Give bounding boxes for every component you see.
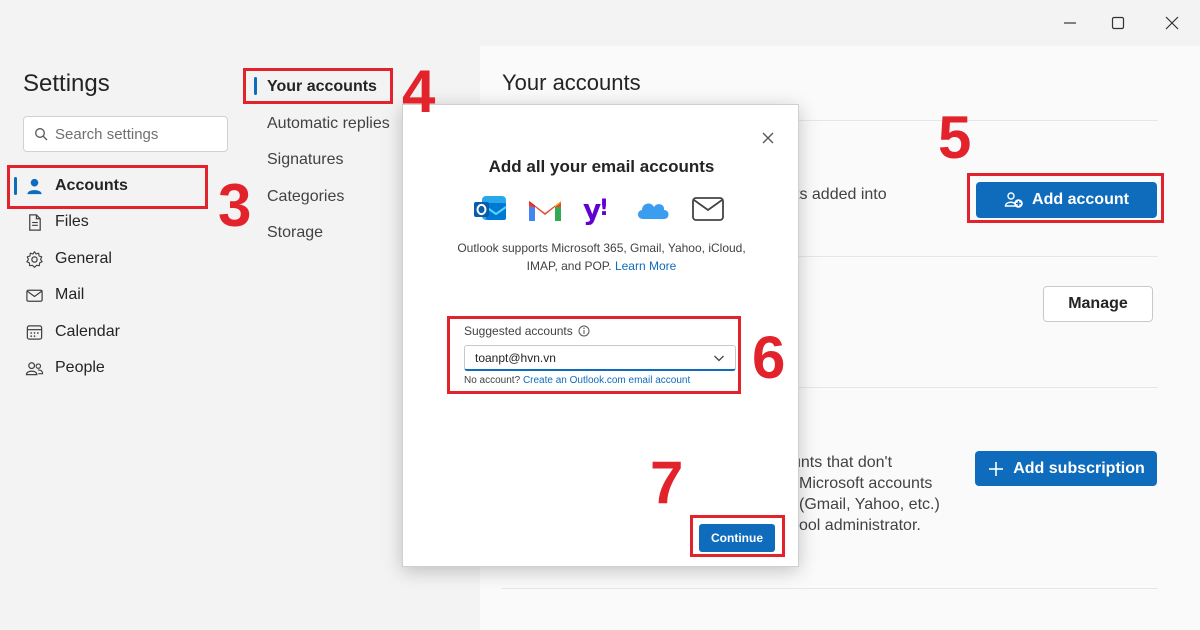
- subscription-text-line-4: ool administrator.: [799, 517, 921, 534]
- sidebar-item-people[interactable]: People: [14, 351, 214, 385]
- step-number-6: 6: [752, 324, 786, 391]
- close-window-button[interactable]: [1152, 8, 1192, 38]
- plus-icon: [989, 461, 1004, 476]
- submenu-signatures[interactable]: Signatures: [267, 151, 344, 169]
- dialog-description: Outlook supports Microsoft 365, Gmail, Y…: [443, 239, 760, 275]
- sidebar-item-label: General: [55, 250, 112, 267]
- sidebar-item-general[interactable]: General: [14, 242, 214, 276]
- annotation-box-accounts: [7, 165, 208, 209]
- divider: [502, 588, 1158, 589]
- maximize-icon: [1111, 16, 1125, 30]
- sidebar-item-mail[interactable]: Mail: [14, 278, 214, 312]
- sidebar-item-calendar[interactable]: Calendar: [14, 315, 214, 349]
- dialog-close-icon[interactable]: [760, 130, 776, 146]
- annotation-box-continue: [690, 515, 785, 557]
- step-number-3: 3: [218, 172, 252, 239]
- settings-title: Settings: [23, 70, 110, 97]
- subscription-text-line-3: (Gmail, Yahoo, etc.): [799, 496, 940, 513]
- minimize-button[interactable]: [1050, 8, 1090, 38]
- subscription-text-line-1: unts that don't: [792, 454, 893, 471]
- close-icon: [1165, 16, 1179, 30]
- sidebar-item-label: People: [55, 359, 105, 376]
- submenu-storage[interactable]: Storage: [267, 224, 323, 242]
- dialog-title: Add all your email accounts: [488, 157, 715, 176]
- submenu-automatic-replies[interactable]: Automatic replies: [267, 115, 390, 133]
- subscription-text-line-2: Microsoft accounts: [799, 475, 933, 492]
- sidebar-item-label: Mail: [55, 286, 85, 303]
- maximize-button[interactable]: [1098, 8, 1138, 38]
- annotation-box-your-accounts: [243, 68, 393, 104]
- step-number-4: 4: [402, 58, 436, 125]
- search-settings-box[interactable]: [23, 116, 228, 152]
- gmail-icon: [526, 191, 564, 227]
- annotation-box-suggested-accounts: [447, 316, 741, 394]
- gear-icon: [24, 249, 44, 269]
- sidebar-item-label: Calendar: [55, 323, 120, 340]
- dialog-description-text: Outlook supports Microsoft 365, Gmail, Y…: [457, 241, 746, 273]
- mail-icon: [24, 285, 44, 305]
- add-subscription-button[interactable]: Add subscription: [975, 451, 1157, 486]
- accounts-description-text: ts added into: [795, 186, 887, 203]
- people-icon: [24, 358, 44, 378]
- search-icon: [35, 128, 48, 141]
- minimize-icon: [1064, 22, 1076, 24]
- calendar-icon: [24, 322, 44, 342]
- submenu-categories[interactable]: Categories: [267, 188, 344, 206]
- svg-text:!: !: [599, 196, 609, 221]
- add-subscription-label: Add subscription: [1013, 459, 1145, 477]
- annotation-box-add-account: [967, 173, 1164, 223]
- title-bar: [0, 0, 1200, 46]
- generic-mail-icon: [689, 191, 727, 227]
- sidebar-item-label: Files: [55, 213, 89, 230]
- yahoo-icon: y!: [580, 191, 618, 227]
- step-number-5: 5: [938, 104, 972, 171]
- page-title: Your accounts: [502, 70, 641, 95]
- sidebar-item-files[interactable]: Files: [14, 205, 214, 239]
- learn-more-link[interactable]: Learn More: [615, 259, 676, 273]
- outlook-icon: [471, 191, 509, 227]
- step-number-7: 7: [650, 449, 684, 516]
- icloud-icon: [634, 191, 672, 227]
- manage-button[interactable]: Manage: [1043, 286, 1153, 322]
- file-icon: [24, 212, 44, 232]
- search-input[interactable]: [55, 125, 215, 143]
